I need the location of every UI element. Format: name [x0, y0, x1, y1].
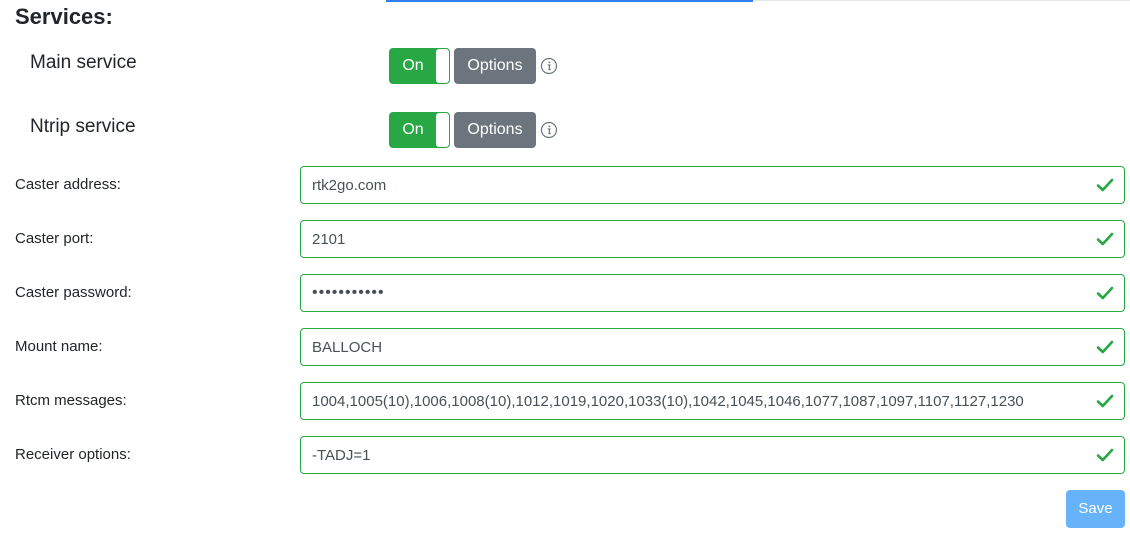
caster-port-label: Caster port: [15, 230, 94, 247]
main-service-options-button[interactable]: Options [454, 48, 536, 84]
toggle-on-label: On [402, 121, 424, 138]
mount-name-field-box [300, 328, 1125, 366]
check-icon [1096, 340, 1114, 354]
rtcm-messages-input[interactable] [312, 383, 1082, 419]
main-service-row: Main service On Options [0, 48, 1130, 86]
check-icon [1096, 232, 1114, 246]
caster-password-field-box [300, 274, 1125, 312]
rtcm-messages-row: Rtcm messages: [0, 382, 1130, 420]
check-icon [1096, 178, 1114, 192]
receiver-options-input[interactable] [312, 437, 1082, 473]
info-icon[interactable] [540, 57, 558, 75]
ntrip-service-row: Ntrip service On Options [0, 112, 1130, 150]
toggle-on-label: On [402, 57, 424, 74]
caster-address-row: Caster address: [0, 166, 1130, 204]
caster-password-row: Caster password: [0, 274, 1130, 312]
ntrip-service-label: Ntrip service [30, 116, 136, 137]
caster-address-field-box [300, 166, 1125, 204]
check-icon [1096, 286, 1114, 300]
check-icon [1096, 448, 1114, 462]
header-accent-rule [386, 0, 753, 2]
mount-name-label: Mount name: [15, 338, 103, 355]
receiver-options-field-box [300, 436, 1125, 474]
caster-port-field-box [300, 220, 1125, 258]
caster-address-input[interactable] [312, 167, 1082, 203]
caster-port-input[interactable] [312, 221, 1082, 257]
ntrip-service-options-button[interactable]: Options [454, 112, 536, 148]
rtcm-messages-field-box [300, 382, 1125, 420]
mount-name-row: Mount name: [0, 328, 1130, 366]
header-edge-line [753, 0, 1130, 1]
main-service-toggle[interactable]: On [389, 48, 450, 84]
section-title: Services: [15, 4, 113, 29]
save-button[interactable]: Save [1066, 490, 1125, 528]
mount-name-input[interactable] [312, 329, 1082, 365]
caster-password-input[interactable] [312, 275, 1082, 311]
info-icon[interactable] [540, 121, 558, 139]
ntrip-service-toggle[interactable]: On [389, 112, 450, 148]
caster-password-label: Caster password: [15, 284, 132, 301]
receiver-options-row: Receiver options: [0, 436, 1130, 474]
toggle-knob [436, 113, 449, 147]
rtcm-messages-label: Rtcm messages: [15, 392, 127, 409]
receiver-options-label: Receiver options: [15, 446, 131, 463]
caster-address-label: Caster address: [15, 176, 121, 193]
main-service-label: Main service [30, 52, 137, 73]
toggle-knob [436, 49, 449, 83]
check-icon [1096, 394, 1114, 408]
caster-port-row: Caster port: [0, 220, 1130, 258]
